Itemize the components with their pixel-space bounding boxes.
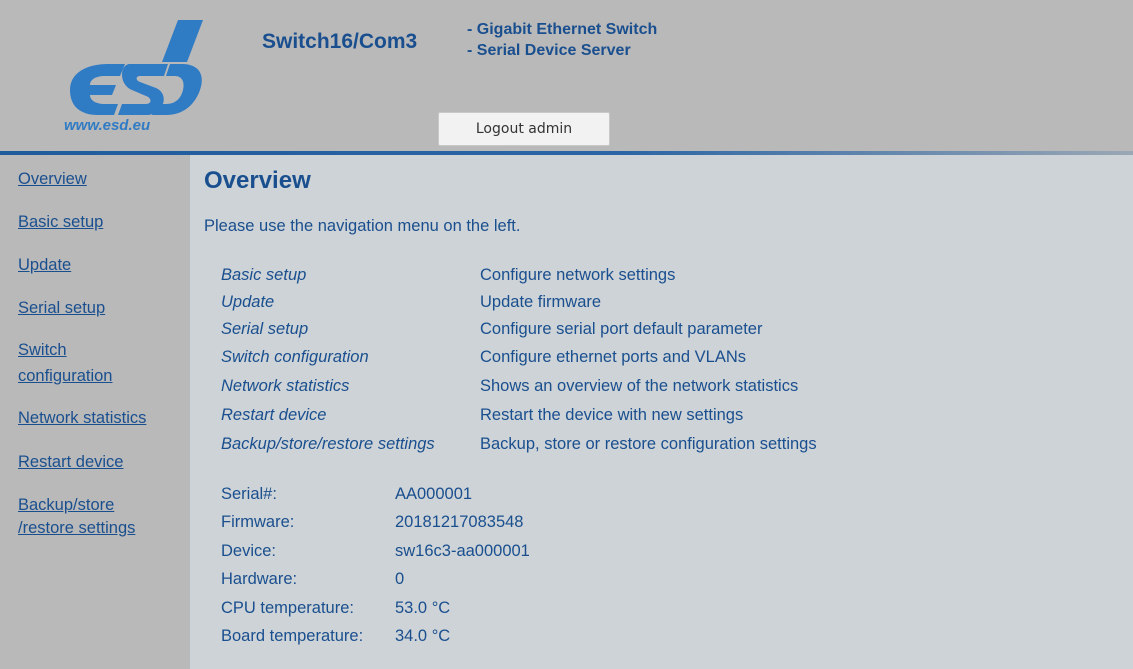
info-value-serial: AA000001 (395, 485, 473, 503)
product-title: Switch16/Com3 (262, 30, 418, 53)
page-title: Overview (204, 167, 311, 194)
sidebar-item-backup-restore-line2[interactable]: /restore settings (18, 517, 135, 539)
info-value-cpu-temperature: 53.0 °C (395, 599, 451, 617)
desc-name-basic-setup: Basic setup (221, 266, 307, 284)
sidebar-item-network-statistics[interactable]: Network statistics (18, 407, 146, 429)
info-label-firmware: Firmware: (221, 513, 295, 531)
info-value-board-temperature: 34.0 °C (395, 627, 451, 645)
desc-name-switch-configuration: Switch configuration (221, 348, 369, 366)
sidebar-item-basic-setup[interactable]: Basic setup (18, 211, 103, 233)
sidebar-item-restart-device[interactable]: Restart device (18, 451, 123, 473)
desc-text-backup-restore: Backup, store or restore configuration s… (480, 435, 817, 453)
sidebar-item-overview[interactable]: Overview (18, 168, 87, 190)
desc-text-serial-setup: Configure serial port default parameter (480, 320, 763, 338)
info-label-serial: Serial#: (221, 485, 277, 503)
info-value-hardware: 0 (395, 570, 405, 588)
info-label-device: Device: (221, 542, 277, 560)
desc-name-update: Update (221, 293, 275, 311)
desc-text-basic-setup: Configure network settings (480, 266, 676, 284)
sidebar-item-update[interactable]: Update (18, 254, 71, 276)
info-label-hardware: Hardware: (221, 570, 298, 588)
desc-name-backup-restore: Backup/store/restore settings (221, 435, 435, 453)
intro-text: Please use the navigation menu on the le… (204, 217, 521, 235)
main-content: Overview Please use the navigation menu … (190, 155, 1133, 669)
product-subtitle-2: - Serial Device Server (467, 42, 631, 59)
info-label-cpu-temperature: CPU temperature: (221, 599, 354, 617)
desc-text-switch-configuration: Configure ethernet ports and VLANs (480, 348, 746, 366)
logo-url-text: www.esd.eu (64, 117, 151, 134)
logout-button[interactable]: Logout admin (438, 112, 610, 146)
header: www.esd.eu Switch16/Com3 - Gigabit Ether… (0, 0, 1133, 151)
sidebar-item-backup-restore[interactable]: Backup/store (18, 494, 114, 516)
desc-text-update: Update firmware (480, 293, 602, 311)
product-subtitle-1: - Gigabit Ethernet Switch (467, 21, 658, 38)
desc-text-network-statistics: Shows an overview of the network statist… (480, 377, 799, 395)
info-value-firmware: 20181217083548 (395, 513, 524, 531)
desc-name-serial-setup: Serial setup (221, 320, 309, 338)
sidebar-item-serial-setup[interactable]: Serial setup (18, 297, 105, 319)
info-label-board-temperature: Board temperature: (221, 627, 364, 645)
desc-name-restart-device: Restart device (221, 406, 327, 424)
info-value-device: sw16c3-aa000001 (395, 542, 530, 560)
desc-text-restart-device: Restart the device with new settings (480, 406, 744, 424)
desc-name-network-statistics: Network statistics (221, 377, 350, 395)
esd-logo (60, 20, 205, 120)
sidebar-item-switch-configuration-line2[interactable]: configuration (18, 365, 112, 387)
sidebar-nav: Overview Basic setup Update Serial setup… (0, 155, 190, 669)
sidebar-item-switch-configuration[interactable]: Switch (18, 339, 67, 361)
